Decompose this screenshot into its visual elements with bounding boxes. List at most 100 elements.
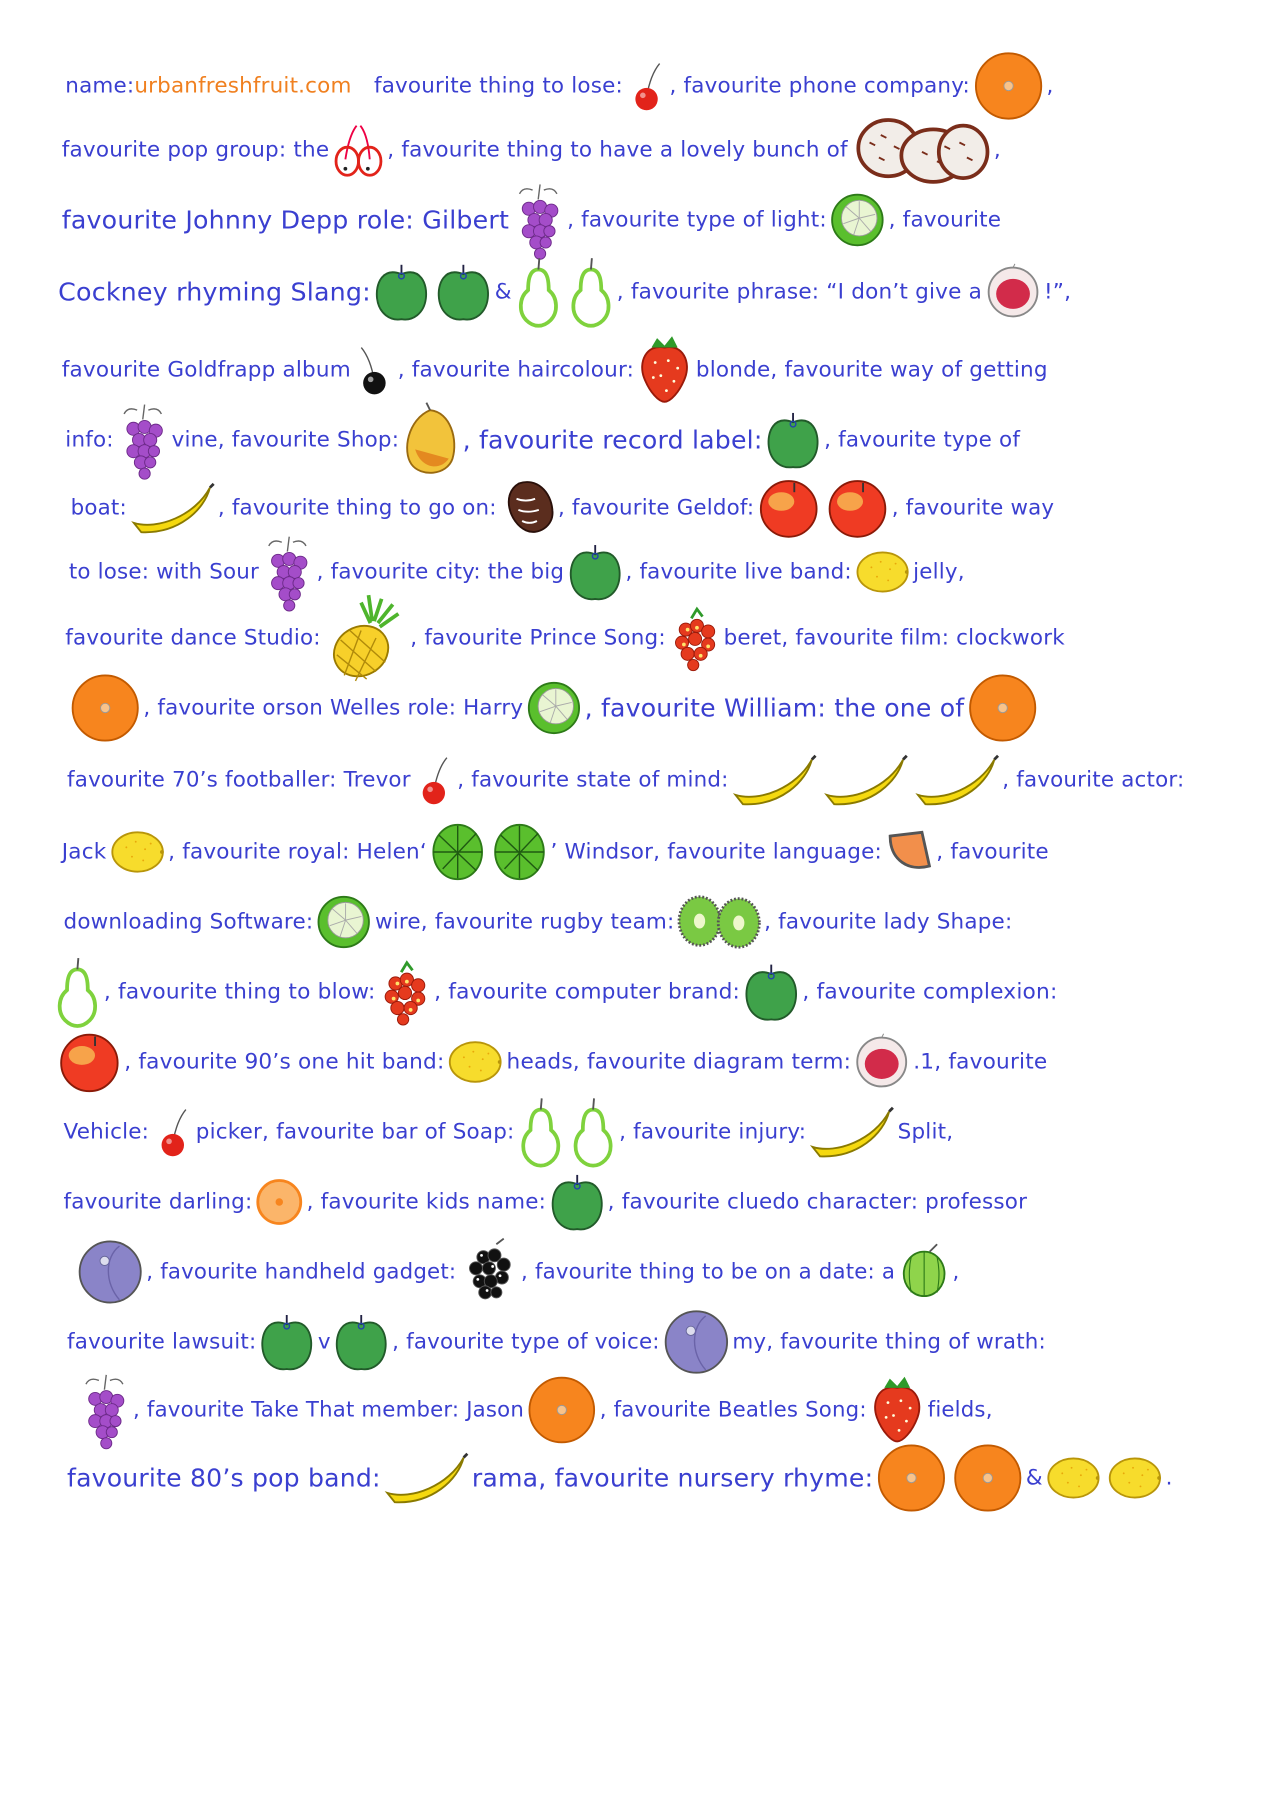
text-line: , favourite 90’s one hit band: heads, fav…	[0, 1022, 1248, 1101]
cantaloupe-icon	[885, 829, 934, 876]
poster-text: , favourite computer brand:	[434, 979, 741, 1005]
poster-text: boat:	[70, 495, 127, 521]
poster-text: ,	[993, 137, 1001, 163]
strawberry-icon	[869, 1375, 924, 1445]
poster-text: , favourite thing to have a lovely bunch…	[387, 137, 848, 163]
text-line: favourite Johnny Depp role: Gilbert , fav…	[0, 181, 1249, 260]
apple-icon	[567, 541, 623, 602]
date-icon	[499, 478, 555, 537]
poster-text: &	[1025, 1465, 1043, 1491]
poster-text: , favourite Take That member: Jason	[133, 1397, 524, 1423]
poster-text: , favourite Prince Song:	[410, 625, 666, 651]
poster-text: , favourite live band:	[625, 559, 852, 585]
apple-icon	[374, 261, 430, 323]
text-line: Vehicle: picker, favourite bar of Soap: , …	[0, 1093, 1248, 1171]
poster-text: , favourite type of voice:	[392, 1329, 660, 1355]
blackcherry-icon	[354, 344, 395, 396]
apple-icon	[259, 1311, 315, 1372]
pear-icon	[567, 256, 614, 328]
poster-text: , favourite phrase: “I don’t give a	[616, 279, 983, 305]
poster-text: , favourite way	[891, 495, 1055, 521]
text-line: Cockney rhyming Slang: & , favourite phras…	[0, 253, 1248, 332]
banana-icon	[130, 482, 215, 534]
orange-icon	[70, 673, 141, 744]
peach-icon	[757, 477, 820, 538]
text-line: favourite pop group: the , favourite thin…	[0, 111, 1249, 190]
poster-text: fields,	[927, 1397, 993, 1423]
poster-text: blonde, favourite way of getting	[695, 357, 1048, 383]
text-line: favourite 70’s footballer: Trevor , favou…	[0, 741, 1248, 819]
pear-icon	[517, 1097, 564, 1168]
banana-icon	[731, 754, 817, 806]
poster-text: , favourite lady Shape:	[764, 909, 1013, 935]
kiwi-icon	[677, 893, 761, 951]
poster-text: jelly,	[913, 559, 965, 585]
pear-icon	[54, 956, 101, 1028]
fig-icon	[854, 1033, 910, 1090]
melon-icon	[492, 822, 548, 882]
lime-icon	[526, 680, 582, 736]
text-line: , favourite Take That member: Jason , fav…	[0, 1371, 1247, 1450]
poster-text: ,	[1046, 73, 1054, 99]
lime-icon	[316, 894, 372, 950]
lemon-icon	[109, 829, 165, 876]
poster-text: favourite 80’s pop band:	[67, 1463, 381, 1493]
poster-text: favourite dance Studio:	[65, 625, 321, 651]
poster-text: , favourite cluedo character: professor	[607, 1189, 1028, 1215]
text-line: favourite darling: , favourite kids name:…	[0, 1163, 1248, 1241]
site-name: urbanfreshfruit.com	[134, 73, 352, 99]
poster-text: favourite lawsuit:	[67, 1329, 257, 1355]
grapes-icon	[512, 181, 564, 260]
grapes-icon	[79, 1371, 131, 1450]
poster-text: , favourite state of mind:	[457, 767, 729, 793]
poster-text: , favourite phone company:	[669, 73, 970, 99]
poster-text: downloading Software:	[63, 909, 314, 935]
text-line: favourite Goldfrapp album , favourite hai…	[0, 331, 1249, 410]
apple-icon	[765, 409, 821, 471]
poster-text: &	[494, 279, 512, 305]
poster-text: vine, favourite Shop:	[171, 427, 400, 453]
pear-icon	[515, 256, 562, 328]
lime-icon	[830, 192, 886, 248]
apple-icon	[333, 1311, 389, 1372]
poster-text: , favourite	[888, 207, 1002, 233]
lemon-icon	[447, 1038, 503, 1085]
mango-icon	[402, 402, 460, 478]
apple-icon	[436, 261, 492, 323]
poster-text: , favourite type of light:	[567, 207, 827, 233]
poster-text: , favourite record label:	[462, 425, 763, 455]
poster-text: heads, favourite diagram term:	[506, 1049, 852, 1075]
poster-text: .1, favourite	[913, 1049, 1048, 1075]
poster-text: ,	[952, 1259, 960, 1285]
poster-text: , favourite Beatles Song:	[599, 1397, 867, 1423]
cherry-icon	[626, 60, 667, 112]
poster-text: , favourite orson Welles role: Harry	[143, 695, 524, 721]
poster-text: wire, favourite rugby team:	[374, 909, 675, 935]
lemon-icon	[1107, 1455, 1163, 1502]
pear-icon	[570, 1097, 617, 1168]
cherry-icon	[152, 1106, 193, 1158]
poster-text: , favourite injury:	[619, 1119, 807, 1145]
text-line: , favourite orson Welles role: Harry , fa…	[0, 669, 1248, 747]
clementine-icon	[255, 1178, 304, 1227]
raspberry-icon	[669, 605, 721, 672]
lemon-icon	[1046, 1455, 1102, 1502]
text-line: , favourite thing to blow: , favourite co…	[0, 952, 1248, 1031]
poster-text: to lose: with Sour	[68, 559, 259, 585]
poster-text: ’ Windsor, favourite language:	[550, 839, 882, 865]
poster-text: beret, favourite film: clockwork	[723, 625, 1065, 651]
poster-text: , favourite type of	[824, 427, 1021, 453]
poster-text: .	[1165, 1465, 1173, 1491]
melon-icon	[430, 822, 486, 882]
poster-text: favourite Goldfrapp album	[61, 357, 351, 383]
gooseberry-icon	[898, 1243, 950, 1300]
poster-text: favourite Johnny Depp role: Gilbert	[61, 205, 510, 235]
poster-text: rama, favourite nursery rhyme:	[471, 1463, 874, 1493]
poster-text: favourite thing to lose:	[373, 73, 623, 99]
banana-icon	[809, 1106, 895, 1158]
apple-icon	[743, 961, 800, 1023]
poster-text: , favourite thing to be on a date: a	[521, 1259, 896, 1285]
poster-text: , favourite 90’s one hit band:	[124, 1049, 445, 1075]
poster-text: favourite darling:	[63, 1189, 253, 1215]
coconuts-icon	[851, 114, 991, 185]
